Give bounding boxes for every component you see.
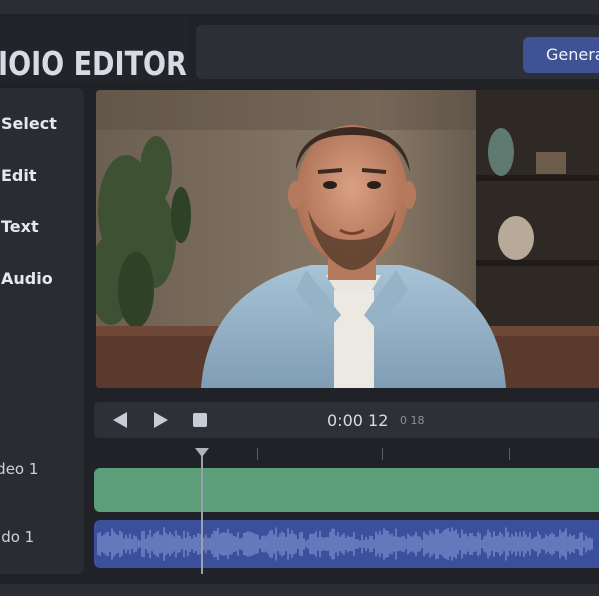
preview-frame-image xyxy=(96,90,599,388)
duration: 0 18 xyxy=(400,414,425,427)
app-title: IOIO EDITOR xyxy=(0,44,187,83)
playhead[interactable] xyxy=(201,452,203,574)
audio-clip[interactable] xyxy=(94,520,599,568)
generate-button[interactable]: Generate xyxy=(523,37,599,73)
track-label-audio: ado 1 xyxy=(0,528,35,546)
stop-icon[interactable] xyxy=(192,412,208,428)
video-clip[interactable] xyxy=(94,468,599,512)
sidebar-item-select[interactable]: Select xyxy=(1,114,57,133)
sidebar-item-audio[interactable]: Audio xyxy=(1,269,53,288)
timeline-ruler[interactable] xyxy=(94,444,599,464)
ruler-tick xyxy=(257,448,258,460)
window-bottom-strip xyxy=(0,584,599,596)
ruler-tick xyxy=(509,448,510,460)
window-top-strip xyxy=(0,0,599,14)
sidebar-item-edit[interactable]: Edit xyxy=(1,166,37,185)
app-title-area: IOIO EDITOR xyxy=(0,16,190,83)
play-icon[interactable] xyxy=(151,411,169,429)
video-preview[interactable] xyxy=(96,90,599,388)
tool-sidebar xyxy=(0,88,84,574)
timecode: 0:00 12 xyxy=(327,411,389,430)
sidebar-item-text[interactable]: Text xyxy=(1,217,39,236)
track-label-video: ideo 1 xyxy=(0,460,39,478)
audio-waveform xyxy=(97,527,593,561)
rewind-icon[interactable] xyxy=(111,411,129,429)
playhead-handle[interactable] xyxy=(195,448,209,457)
transport-bar: 0:00 12 0 18 xyxy=(94,402,599,438)
ruler-tick xyxy=(382,448,383,460)
